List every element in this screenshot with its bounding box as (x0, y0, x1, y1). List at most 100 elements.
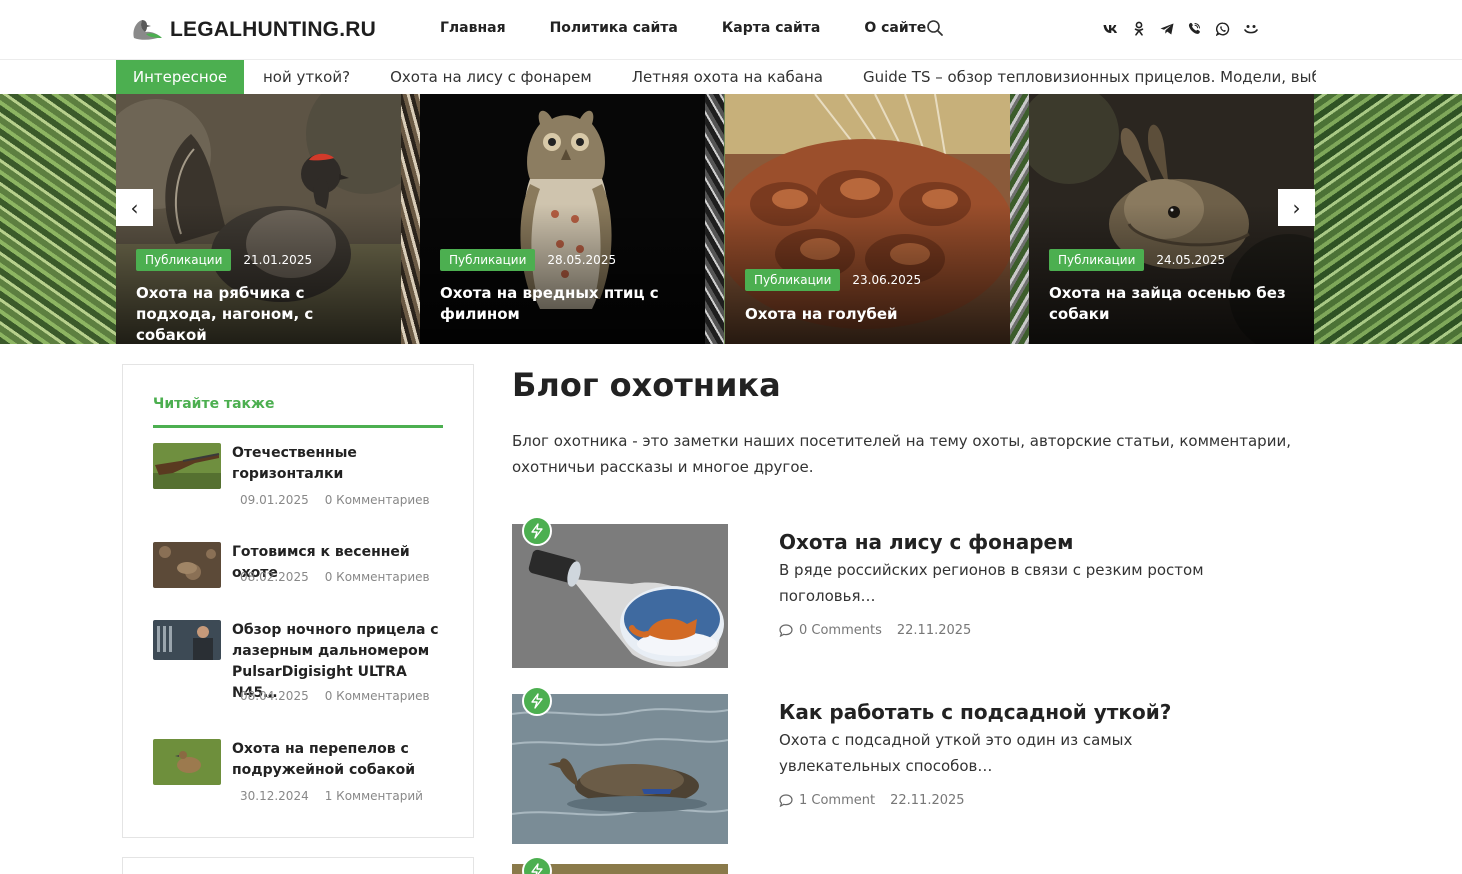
comment-icon (779, 794, 793, 807)
slide-pigeons[interactable]: Публикации 23.06.2025 Охота на голубей (725, 94, 1010, 344)
ticker-track: ной уткой? Охота на лису с фонарем Летняя … (244, 60, 1316, 94)
social-links (1102, 20, 1270, 37)
site-header: LEGALHUNTING.RU Главная Политика сайта К… (0, 0, 1462, 60)
post-date: 08.04.2025 (240, 689, 309, 703)
ticker-item[interactable]: Охота на лису с фонарем (390, 60, 592, 94)
post-comments-link[interactable]: 0 Comments (779, 623, 882, 638)
sidebar-widget-read-also: Читайте также Отечественные горизонталки… (122, 364, 474, 838)
fox-flashlight-thumbnail[interactable] (512, 524, 728, 668)
post-card (512, 856, 1312, 874)
sidebar-widget-next (122, 857, 474, 874)
category-tag[interactable]: Публикации (745, 269, 841, 291)
slide-meta: Публикации 28.05.2025 (440, 249, 616, 271)
slider-gap-image (1010, 94, 1029, 344)
slide-title[interactable]: Охота на зайца осенью без собаки (1049, 283, 1294, 325)
post-date: 22.11.2025 (896, 623, 972, 638)
post-date: 08.02.2025 (240, 570, 309, 584)
comments-count[interactable]: 0 Comments (799, 623, 882, 638)
lightning-icon (522, 856, 552, 874)
ticker-item[interactable]: ной уткой? (263, 60, 350, 94)
slide-title[interactable]: Охота на голубей (745, 304, 990, 325)
category-tag[interactable]: Публикации (440, 249, 536, 271)
slide-meta: Публикации 21.01.2025 (136, 249, 312, 271)
vk-icon[interactable] (1102, 20, 1119, 37)
slider-prev-button[interactable]: ‹ (116, 189, 153, 226)
comments-count[interactable]: 0 Комментариев (325, 493, 430, 507)
comments-count[interactable]: 1 Комментарий (325, 789, 423, 803)
sidebar-post-meta: 08.02.2025 0 Комментариев (240, 570, 430, 584)
telegram-icon[interactable] (1158, 20, 1175, 37)
featured-slider: Публикации 21.01.2025 Охота на рябчика с… (0, 94, 1462, 344)
slider-gap-image (705, 94, 724, 344)
slide-grouse[interactable]: Публикации 21.01.2025 Охота на рябчика с… (116, 94, 401, 344)
slide-meta: Публикации 24.05.2025 (1049, 249, 1225, 271)
post-title[interactable]: Как работать с подсадной уткой? (779, 700, 1171, 724)
slide-date: 24.05.2025 (1156, 253, 1226, 267)
category-tag[interactable]: Публикации (136, 249, 232, 271)
shotgun-thumbnail (153, 443, 221, 489)
category-tag[interactable]: Публикации (1049, 249, 1145, 271)
lightning-icon (522, 516, 552, 546)
quail-thumbnail (153, 739, 221, 785)
site-logo[interactable]: LEGALHUNTING.RU (128, 16, 376, 44)
sidebar-post-title[interactable]: Охота на перепелов с подружейной собакой (232, 739, 448, 781)
sidebar-title-underline (153, 425, 443, 428)
ticker-item[interactable]: Guide TS – обзор тепловизионных прицелов… (863, 60, 1316, 94)
post-date: 30.12.2024 (240, 789, 309, 803)
duck-decoy-thumbnail[interactable] (512, 694, 728, 844)
slider-edge-image (0, 94, 116, 344)
comments-count[interactable]: 1 Comment (799, 793, 875, 808)
viber-icon[interactable] (1186, 20, 1203, 37)
sidebar-post-meta: 30.12.2024 1 Комментарий (240, 789, 423, 803)
spring-hunting-thumbnail (153, 542, 221, 588)
comments-count[interactable]: 0 Комментариев (325, 689, 430, 703)
slide-hare[interactable]: Публикации 24.05.2025 Охота на зайца осе… (1029, 94, 1314, 344)
slider-next-button[interactable]: › (1278, 189, 1315, 226)
sidebar-post-title[interactable]: Отечественные горизонталки (232, 443, 448, 485)
slider-gap-image (401, 94, 420, 344)
search-icon[interactable] (926, 19, 946, 39)
news-ticker: Интересное ной уткой? Охота на лису с фон… (0, 60, 1462, 94)
ticker-item[interactable]: Летняя охота на кабана (632, 60, 823, 94)
post-date: 22.11.2025 (890, 793, 965, 808)
slide-meta: Публикации 23.06.2025 (745, 269, 921, 291)
post-meta: 1 Comment 22.11.2025 (779, 793, 965, 808)
site-logo-text: LEGALHUNTING.RU (170, 18, 376, 41)
comments-count[interactable]: 0 Комментариев (325, 570, 430, 584)
moimir-icon[interactable] (1242, 20, 1259, 37)
slide-date: 23.06.2025 (852, 273, 922, 287)
page-title: Блог охотника (512, 366, 781, 404)
lightning-icon (522, 686, 552, 716)
odnoklassniki-icon[interactable] (1130, 20, 1147, 37)
post-card: Охота на лису с фонарем В ряде российски… (512, 516, 1312, 668)
post-excerpt: Охота с подсадной уткой это один из самы… (779, 731, 1133, 775)
slide-date: 28.05.2025 (547, 253, 617, 267)
chevron-left-icon: ‹ (130, 195, 139, 220)
sidebar-post[interactable]: Готовимся к весенней охоте 08.02.2025 0 К… (153, 542, 453, 592)
night-scope-thumbnail (153, 620, 221, 660)
post-comments-link[interactable]: 1 Comment (779, 793, 875, 808)
page-description: Блог охотника - это заметки наших посети… (512, 432, 1291, 476)
chevron-right-icon: › (1292, 195, 1301, 220)
comment-icon (779, 624, 793, 637)
nav-home[interactable]: Главная (440, 20, 506, 36)
sidebar-post-meta: 09.01.2025 0 Комментариев (240, 493, 430, 507)
post-date: 09.01.2025 (240, 493, 309, 507)
post-excerpt: В ряде российских регионов в связи с рез… (779, 561, 1204, 605)
nav-about[interactable]: О сайте (864, 20, 926, 36)
slide-title[interactable]: Охота на рябчика с подхода, нагоном, с с… (136, 283, 381, 344)
slider-edge-image (1314, 94, 1462, 344)
sidebar-post[interactable]: Отечественные горизонталки 09.01.2025 0 К… (153, 443, 453, 513)
ticker-label: Интересное (116, 60, 244, 94)
slide-owl[interactable]: Публикации 28.05.2025 Охота на вредных п… (420, 94, 705, 344)
post-card: Как работать с подсадной уткой? Охота с … (512, 686, 1312, 844)
nav-sitemap[interactable]: Карта сайта (722, 20, 820, 36)
main-nav: Главная Политика сайта Карта сайта О сай… (440, 20, 970, 36)
post-meta: 0 Comments 22.11.2025 (779, 623, 971, 638)
nav-policy[interactable]: Политика сайта (550, 20, 678, 36)
sidebar-post[interactable]: Охота на перепелов с подружейной собакой… (153, 739, 453, 809)
slide-title[interactable]: Охота на вредных птиц с филином (440, 283, 685, 325)
sidebar-post[interactable]: Обзор ночного прицела с лазерным дальном… (153, 620, 453, 710)
whatsapp-icon[interactable] (1214, 20, 1231, 37)
post-title[interactable]: Охота на лису с фонарем (779, 530, 1073, 554)
